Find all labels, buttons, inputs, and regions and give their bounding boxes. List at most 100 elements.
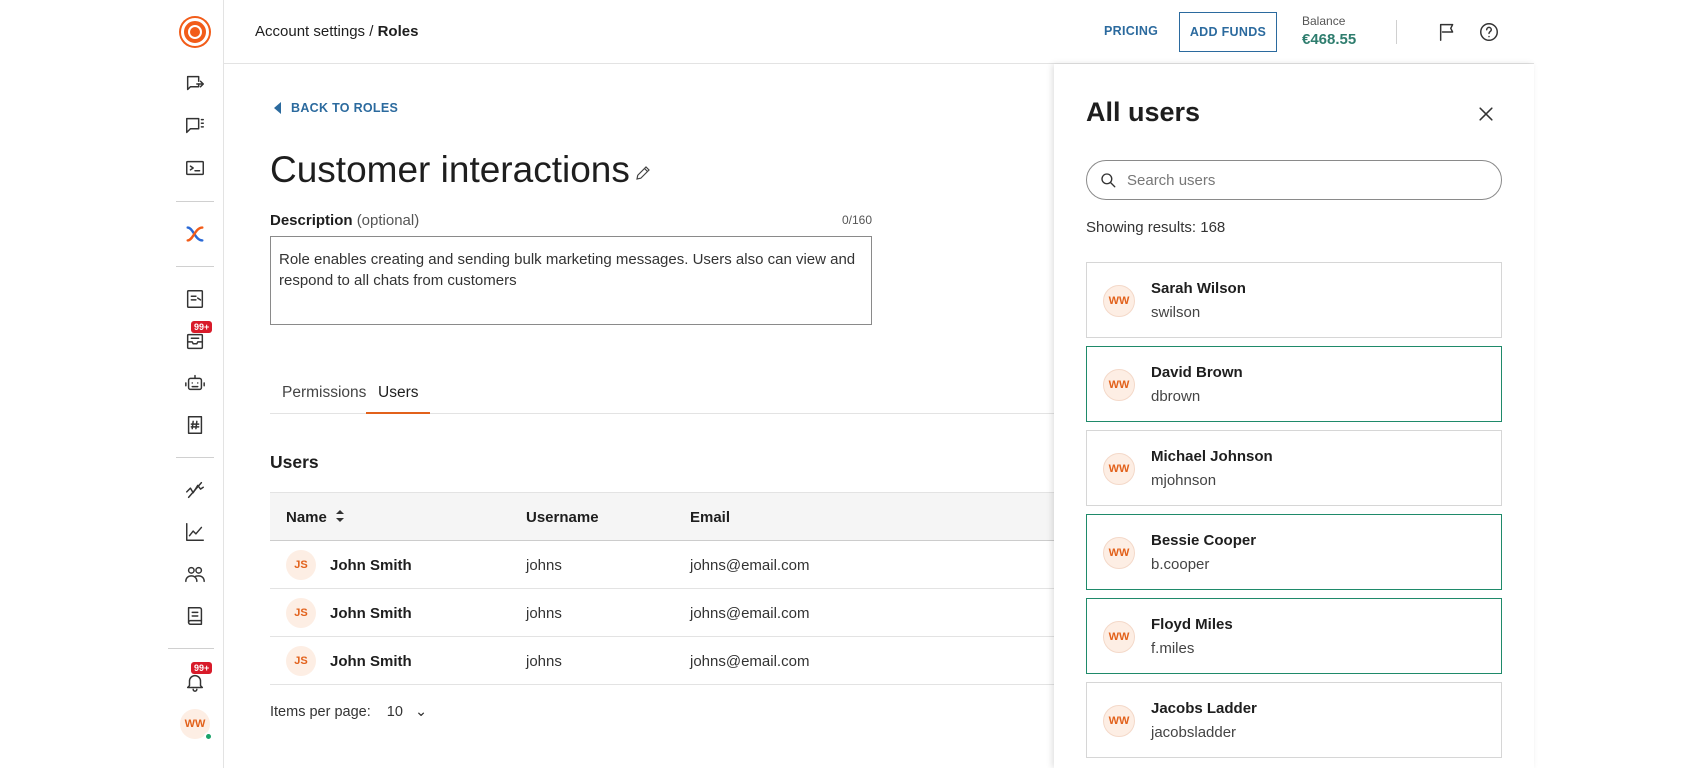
back-to-roles-link[interactable]: BACK TO ROLES <box>274 101 398 115</box>
line-chart-icon[interactable] <box>183 520 207 544</box>
chevron-left-icon <box>274 102 281 114</box>
tab-bar: Permissions Users <box>270 380 1070 414</box>
app-root: 99+ 99+ WW Account settings / Roles PRIC… <box>0 0 1700 768</box>
notification-badge: 99+ <box>191 662 213 674</box>
user-name: Bessie Cooper <box>1151 532 1257 549</box>
user-username: f.miles <box>1151 640 1195 657</box>
users-section-title: Users <box>270 452 319 472</box>
back-to-roles-label: BACK TO ROLES <box>291 101 399 115</box>
sidebar-divider <box>176 457 214 458</box>
search-icon <box>1099 171 1117 189</box>
column-header-name[interactable]: Name <box>286 509 345 527</box>
user-avatar: WW <box>1103 705 1135 737</box>
table-row[interactable]: JS John Smith johns johns@email.com <box>270 589 1070 637</box>
chat-list-icon[interactable] <box>183 114 207 138</box>
tab-permissions[interactable]: Permissions <box>270 384 378 412</box>
sort-icon[interactable] <box>335 509 345 527</box>
user-card[interactable]: WW Sarah Wilson swilson <box>1086 262 1502 338</box>
user-username: swilson <box>1151 304 1201 321</box>
table-row[interactable]: JS John Smith johns johns@email.com <box>270 637 1070 685</box>
pricing-link[interactable]: PRICING <box>1104 24 1158 38</box>
column-header-name-label: Name <box>286 509 327 526</box>
table-row[interactable]: JS John Smith johns johns@email.com <box>270 541 1070 589</box>
all-users-drawer: All users Showing results: 168 WW Sarah … <box>1054 64 1534 768</box>
integrations-x-icon[interactable] <box>183 222 207 246</box>
user-name: David Brown <box>1151 364 1243 381</box>
balance-value: €468.55 <box>1302 31 1357 48</box>
top-bar: Account settings / Roles PRICING ADD FUN… <box>224 0 1534 64</box>
user-name: Sarah Wilson <box>1151 280 1246 297</box>
user-card[interactable]: WW Jacobs Ladder jacobsladder <box>1086 682 1502 758</box>
add-funds-button[interactable]: ADD FUNDS <box>1179 12 1277 52</box>
email-cell: johns@email.com <box>690 557 810 574</box>
user-card-selected[interactable]: WW Floyd Miles f.miles <box>1086 598 1502 674</box>
items-per-page-select[interactable]: 10 <box>387 704 403 720</box>
conversations-icon[interactable] <box>183 287 207 311</box>
email-cell: johns@email.com <box>690 605 810 622</box>
sidebar: 99+ 99+ WW <box>0 0 224 768</box>
user-username: jacobsladder <box>1151 724 1237 741</box>
flag-icon[interactable] <box>1435 19 1461 45</box>
balance-label: Balance <box>1302 14 1346 28</box>
pencil-icon[interactable] <box>634 164 654 184</box>
description-optional-text: (optional) <box>356 212 420 229</box>
drawer-title: All users <box>1086 97 1201 127</box>
sidebar-divider <box>176 266 214 267</box>
user-username: b.cooper <box>1151 556 1210 573</box>
tab-users[interactable]: Users <box>366 384 431 414</box>
user-name-cell: John Smith <box>330 557 412 574</box>
bot-icon[interactable] <box>183 371 207 395</box>
breadcrumb-current: Roles <box>377 23 419 40</box>
breadcrumb-parent-link[interactable]: Account settings <box>255 23 365 40</box>
user-avatar: WW <box>1103 621 1135 653</box>
username-cell: johns <box>526 653 562 670</box>
user-name-cell: John Smith <box>330 605 412 622</box>
user-name: Floyd Miles <box>1151 616 1233 633</box>
search-users-input[interactable] <box>1127 169 1487 191</box>
column-header-email[interactable]: Email <box>690 509 730 526</box>
user-avatar: WW <box>1103 537 1135 569</box>
documentation-icon[interactable] <box>183 604 207 628</box>
user-card-selected[interactable]: WW Bessie Cooper b.cooper <box>1086 514 1502 590</box>
description-label-text: Description <box>270 212 353 229</box>
user-avatar: JS <box>286 598 316 628</box>
chevron-down-icon[interactable]: ⌄ <box>415 704 427 720</box>
username-cell: johns <box>526 605 562 622</box>
sidebar-divider <box>168 648 214 649</box>
character-counter: 0/160 <box>841 213 872 227</box>
user-avatar: WW <box>1103 369 1135 401</box>
user-name-cell: John Smith <box>330 653 412 670</box>
user-avatar: WW <box>1103 285 1135 317</box>
user-card[interactable]: WW Michael Johnson mjohnson <box>1086 430 1502 506</box>
team-icon[interactable] <box>183 562 207 586</box>
items-per-page: Items per page: 10 ⌄ <box>270 704 427 720</box>
user-username: dbrown <box>1151 388 1201 405</box>
page-title: Customer interactions <box>270 149 630 190</box>
description-textarea[interactable]: Role enables creating and sending bulk m… <box>270 236 872 325</box>
users-table: Name Username Email JS John Smith johns … <box>270 492 1070 685</box>
terminal-icon[interactable] <box>183 156 207 180</box>
user-username: mjohnson <box>1151 472 1217 489</box>
column-header-username[interactable]: Username <box>526 509 599 526</box>
table-header: Name Username Email <box>270 492 1070 541</box>
sidebar-divider <box>176 201 214 202</box>
brand-logo[interactable] <box>179 16 211 48</box>
online-status-dot <box>204 732 213 741</box>
email-cell: johns@email.com <box>690 653 810 670</box>
breadcrumb: Account settings / Roles <box>255 23 418 40</box>
results-count: Showing results: 168 <box>1086 219 1226 236</box>
user-list: WW Sarah Wilson swilson WW David Brown d… <box>1086 262 1502 766</box>
send-message-icon[interactable] <box>183 72 207 96</box>
close-icon[interactable] <box>1474 102 1498 126</box>
help-icon[interactable] <box>1476 19 1502 45</box>
description-label: Description (optional) <box>270 212 419 229</box>
analytics-icon[interactable] <box>183 478 207 502</box>
user-card-selected[interactable]: WW David Brown dbrown <box>1086 346 1502 422</box>
search-box <box>1086 160 1502 200</box>
user-avatar: JS <box>286 550 316 580</box>
user-avatar: WW <box>1103 453 1135 485</box>
breadcrumb-separator: / <box>365 23 378 40</box>
user-name: Jacobs Ladder <box>1151 700 1257 717</box>
header-divider <box>1396 20 1397 44</box>
hashtag-document-icon[interactable] <box>183 413 207 437</box>
